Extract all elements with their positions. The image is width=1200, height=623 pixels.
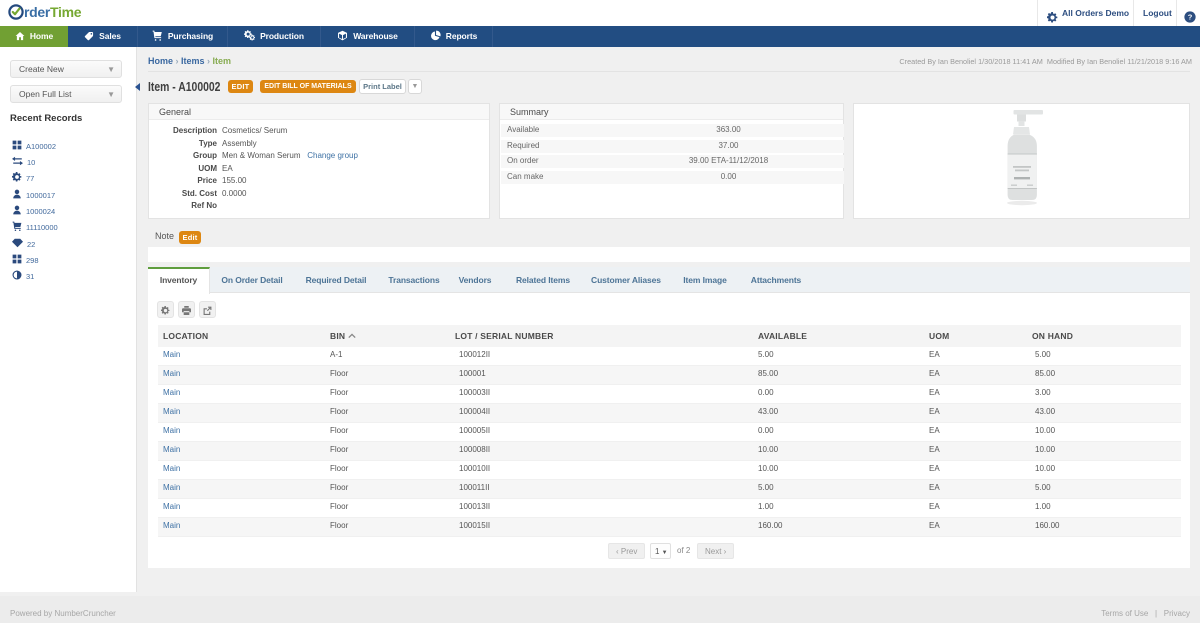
svg-text:?: ? [1188,13,1193,22]
